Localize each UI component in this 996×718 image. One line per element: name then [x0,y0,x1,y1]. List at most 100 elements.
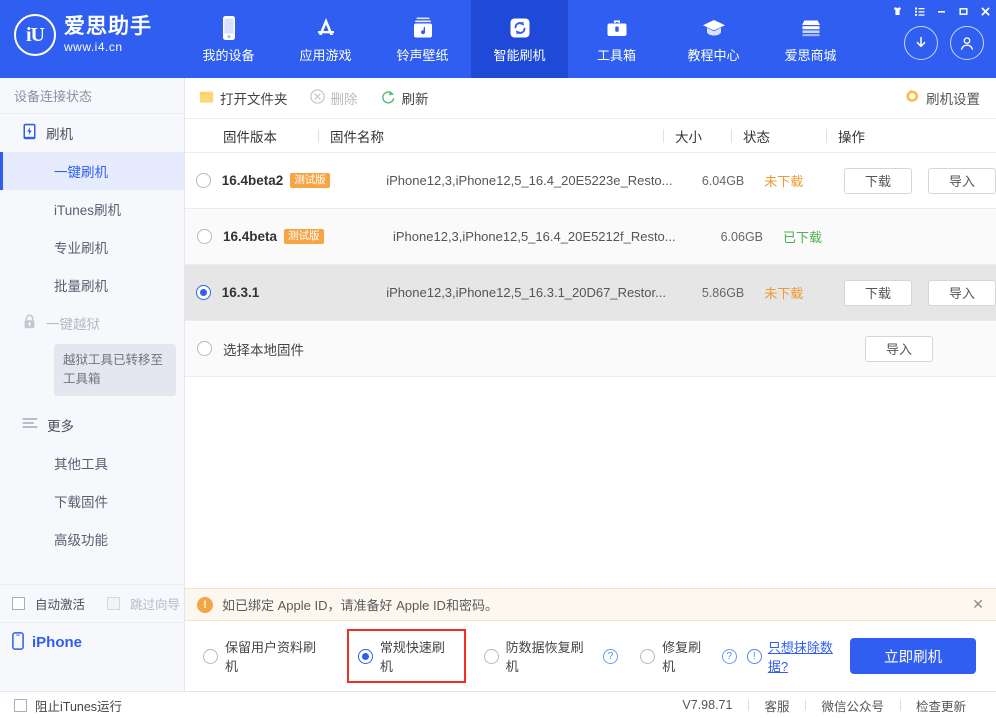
version-text: 16.4beta2 [221,172,284,188]
flash-settings-button[interactable]: 刷机设置 [904,88,980,108]
cell-actions: 下载 导入 [832,167,996,194]
nav-label: 铃声壁纸 [396,47,449,63]
nav-item-toolbox[interactable]: 工具箱 [568,0,665,78]
content-toolbar: 打开文件夹 删除 刷新 刷机设置 [185,78,996,119]
delete-button: 删除 [309,88,358,108]
skip-wizard-checkbox[interactable] [107,597,121,610]
maximize-icon[interactable] [952,0,974,22]
nav-item-smart-flash[interactable]: 智能刷机 [471,0,568,78]
footer-link-support[interactable]: 客服 [748,696,805,715]
jailbreak-moved-tooltip: 越狱工具已转移至工具箱 [54,344,176,396]
cell-filename: iPhone12,3,iPhone12,5_16.4_20E5223e_Rest… [386,173,673,188]
auto-activate-label: 自动激活 [35,598,86,612]
main-content: 打开文件夹 删除 刷新 刷机设置 固件版本 固件名称 大小 状态 操作 16.4… [185,78,996,718]
gear-icon [904,89,920,108]
minimize-icon[interactable] [930,0,952,22]
brand-url: www.i4.cn [64,40,123,55]
radio-icon[interactable] [483,648,499,664]
column-separator [318,128,319,143]
toolbox-icon [604,15,630,41]
help-icon[interactable]: ? [603,648,619,664]
download-button[interactable]: 下载 [844,167,912,194]
row-radio[interactable] [185,173,222,188]
delete-icon [309,89,325,107]
refresh-label: 刷新 [401,92,429,107]
row-radio[interactable] [185,229,223,244]
option-label: 防数据恢复刷机 [505,640,584,674]
sidebar-group-flash[interactable]: 刷机 [0,114,184,152]
menu-icon[interactable] [908,0,930,22]
flash-options-bar: 保留用户资料刷机 常规快速刷机 防数据恢复刷机 ? 修复刷机 ? ! 只想抹除数… [185,621,996,691]
folder-icon [199,90,214,107]
option-normal-fast-flash[interactable]: 常规快速刷机 [346,629,466,683]
nav-label: 应用游戏 [299,47,352,63]
option-repair-flash[interactable]: 修复刷机 ? [640,637,737,675]
sidebar-checkbox-row: 自动激活 跳过向导 [0,584,185,622]
radio-icon[interactable] [196,341,212,356]
option-keep-user-data[interactable]: 保留用户资料刷机 [203,637,325,675]
cell-version: 选择本地固件 [223,342,304,358]
radio-icon[interactable] [195,173,211,188]
table-row[interactable]: 选择本地固件 导入 [185,321,996,377]
radio-icon[interactable] [203,648,218,664]
download-circle-icon[interactable] [904,26,938,60]
sidebar-item-advanced[interactable]: 高级功能 [0,520,184,558]
import-button[interactable]: 导入 [928,279,996,306]
nav-item-my-device[interactable]: 我的设备 [180,0,277,78]
nav-item-tutorial-center[interactable]: 教程中心 [665,0,762,78]
refresh-button[interactable]: 刷新 [380,88,429,108]
nav-item-ringtones-wallpaper[interactable]: 铃声壁纸 [374,0,471,78]
sidebar-group-label: 一键越狱 [46,317,100,332]
sidebar-item-label: 一键刷机 [54,165,108,180]
cell-size: 6.06GB [720,229,763,244]
import-button[interactable]: 导入 [865,335,933,362]
sidebar-item-batch-flash[interactable]: 批量刷机 [0,266,184,304]
flash-now-button[interactable]: 立即刷机 [850,638,976,674]
cell-actions: 下载 导入 [832,279,996,306]
cell-status: 未下载 [764,174,804,189]
close-icon[interactable] [974,0,996,22]
row-radio[interactable] [185,285,222,300]
footer-link-wechat[interactable]: 微信公众号 [805,696,900,715]
flash-device-icon [22,123,37,143]
radio-icon[interactable] [640,648,656,664]
account-circle-icon[interactable] [950,26,984,60]
help-icon[interactable]: ? [721,648,737,664]
skin-icon[interactable] [886,0,908,22]
radio-icon[interactable] [196,229,212,244]
device-name: iPhone [32,634,83,651]
sidebar-item-other-tools[interactable]: 其他工具 [0,444,184,482]
sidebar-item-pro-flash[interactable]: 专业刷机 [0,228,184,266]
cell-version: 16.4beta 测试版 [223,228,393,245]
open-folder-button[interactable]: 打开文件夹 [199,88,288,108]
option-anti-recovery-flash[interactable]: 防数据恢复刷机 ? [483,637,619,675]
info-icon[interactable]: ! [746,648,762,664]
sidebar-item-one-key-flash[interactable]: 一键刷机 [0,152,184,190]
sidebar-item-itunes-flash[interactable]: iTunes刷机 [0,190,184,228]
table-row[interactable]: 16.4beta 测试版 iPhone12,3,iPhone12,5_16.4_… [185,209,996,265]
import-button[interactable]: 导入 [928,167,996,194]
connected-device[interactable]: iPhone [0,622,185,662]
sidebar-group-label: 更多 [47,418,74,434]
block-itunes-checkbox[interactable] [14,698,27,712]
flash-settings-label: 刷机设置 [926,92,980,107]
table-row[interactable]: 16.4beta2 测试版 iPhone12,3,iPhone12,5_16.4… [185,153,996,209]
nav-item-store[interactable]: 爱思商城 [762,0,859,78]
row-radio[interactable] [185,341,223,356]
sidebar: 设备连接状态 刷机 一键刷机 iTunes刷机 专业刷机 批量刷机 一键越狱 越… [0,78,185,718]
nav-item-apps-games[interactable]: 应用游戏 [277,0,374,78]
sidebar-item-download-firmware[interactable]: 下载固件 [0,482,184,520]
erase-data-link[interactable]: 只想抹除数据? [768,637,850,675]
table-row[interactable]: 16.3.1 iPhone12,3,iPhone12,5_16.3.1_20D6… [185,265,996,321]
sidebar-group-more[interactable]: 更多 [0,406,184,444]
lock-icon [22,313,37,333]
nav-label: 工具箱 [596,47,636,63]
download-button[interactable]: 下载 [844,279,912,306]
radio-icon[interactable] [195,285,211,300]
radio-icon[interactable] [357,648,373,664]
close-icon[interactable]: ✕ [972,596,984,613]
column-separator [663,128,664,143]
auto-activate-checkbox[interactable] [12,597,25,610]
cell-version: 16.4beta2 测试版 [221,172,386,189]
footer-link-check-update[interactable]: 检查更新 [900,696,982,715]
